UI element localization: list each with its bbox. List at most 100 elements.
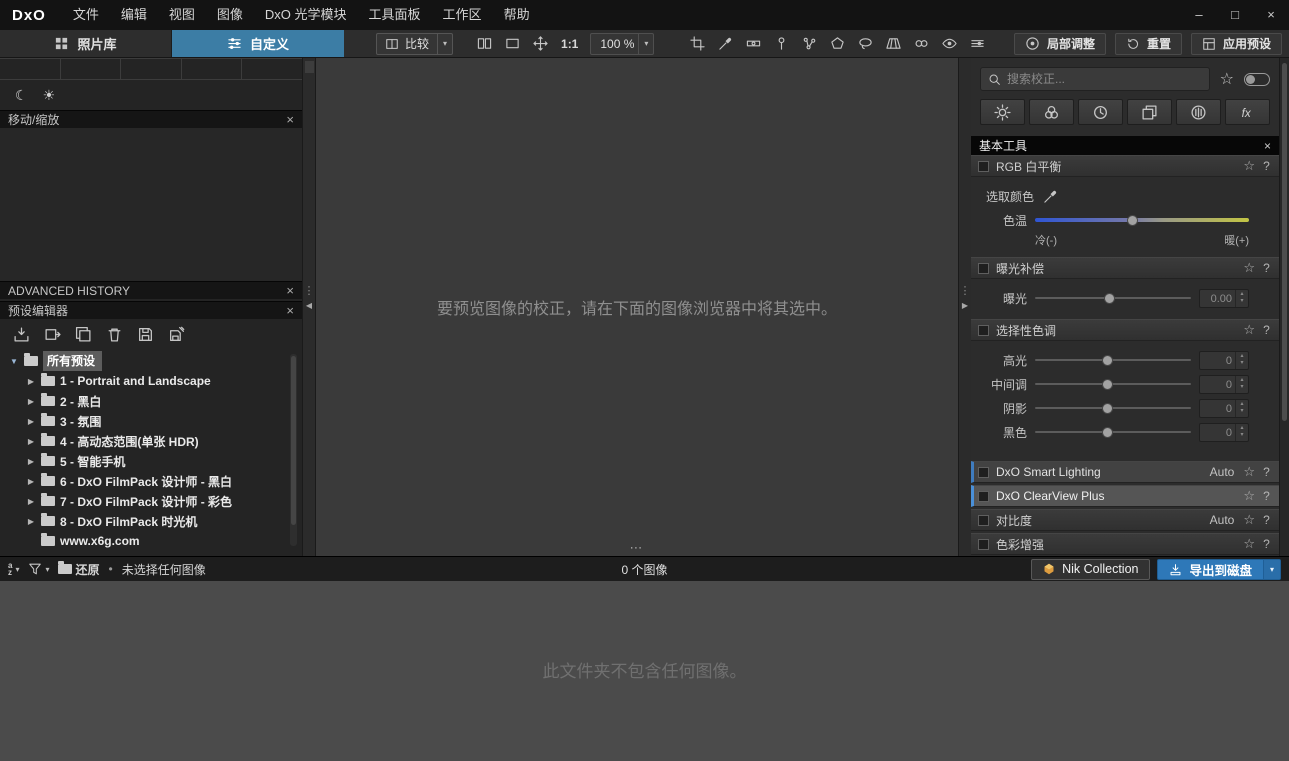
- compare-dropdown[interactable]: ▾: [437, 33, 452, 54]
- spin-down-icon[interactable]: ▾: [1240, 408, 1243, 415]
- close-palette-icon[interactable]: ×: [1264, 139, 1271, 153]
- expand-arrow-icon[interactable]: ▶: [26, 477, 36, 486]
- local-adjustments-button[interactable]: 局部调整: [1013, 32, 1106, 55]
- preset-tree-item[interactable]: ▶ 1 - Portrait and Landscape: [0, 371, 302, 391]
- palette-header-basic-tools[interactable]: 基本工具 ×: [971, 136, 1279, 155]
- enable-checkbox[interactable]: [978, 538, 989, 550]
- menu-view[interactable]: 视图: [158, 0, 206, 30]
- preset-tree-item[interactable]: ▶ 3 - 氛围: [0, 411, 302, 431]
- lasso-selection-button[interactable]: [852, 33, 878, 55]
- smart-lighting-mode[interactable]: Auto: [1210, 465, 1235, 479]
- exposure-value-spinner[interactable]: 0.00 ▴ ▾: [1199, 288, 1249, 308]
- spinner-arrows[interactable]: ▴ ▾: [1235, 375, 1248, 393]
- enable-checkbox[interactable]: [978, 514, 989, 526]
- search-input[interactable]: [1007, 72, 1202, 86]
- collapse-left-panel-icon[interactable]: ◀: [303, 301, 315, 310]
- blacks-value-spinner[interactable]: 0 ▴ ▾: [1199, 422, 1249, 442]
- preset-tree-item[interactable]: ▶ 2 - 黑白: [0, 391, 302, 411]
- help-icon[interactable]: ?: [1262, 159, 1271, 173]
- menu-workspace[interactable]: 工作区: [432, 0, 493, 30]
- export-options-dropdown[interactable]: ▾: [1263, 559, 1280, 579]
- crop-tool-button[interactable]: [684, 33, 710, 55]
- filter-button[interactable]: ▾: [28, 562, 49, 576]
- scrollbar-thumb[interactable]: [291, 356, 296, 525]
- image-browser[interactable]: 此文件夹不包含任何图像。: [0, 581, 1289, 761]
- highlights-slider[interactable]: [1035, 354, 1191, 367]
- expand-arrow-icon[interactable]: ▶: [26, 437, 36, 446]
- midtones-value-spinner[interactable]: 0 ▴ ▾: [1199, 374, 1249, 394]
- horizon-tool-button[interactable]: [740, 33, 766, 55]
- favorites-filter-icon[interactable]: ☆: [1220, 69, 1234, 89]
- slider-knob[interactable]: [1103, 292, 1115, 304]
- split-view-button[interactable]: [471, 33, 497, 55]
- collapse-right-panel-icon[interactable]: ▶: [959, 301, 971, 310]
- help-icon[interactable]: ?: [1262, 537, 1271, 551]
- perspective-tool-button[interactable]: [880, 33, 906, 55]
- close-button[interactable]: ×: [1253, 0, 1289, 30]
- preset-tree-item[interactable]: www.x6g.com: [0, 531, 302, 551]
- save-preset-button[interactable]: [137, 326, 154, 343]
- left-panel-splitter[interactable]: ⋮ ◀: [303, 58, 316, 556]
- compare-button[interactable]: 比较 ▾: [376, 32, 454, 55]
- polygon-selection-button[interactable]: [824, 33, 850, 55]
- search-box[interactable]: [980, 67, 1210, 91]
- enable-checkbox[interactable]: [978, 466, 989, 478]
- active-corrections-toggle[interactable]: [1244, 72, 1270, 86]
- favorite-star-icon[interactable]: ☆: [1243, 260, 1255, 276]
- help-icon[interactable]: ?: [1262, 489, 1271, 503]
- section-clearview-plus[interactable]: DxO ClearView Plus ☆ ?: [971, 485, 1279, 507]
- slider-knob[interactable]: [1102, 402, 1114, 414]
- right-panel-splitter[interactable]: ⋮ ▶: [958, 58, 971, 556]
- show-mask-button[interactable]: [936, 33, 962, 55]
- spin-down-icon[interactable]: ▾: [1240, 360, 1243, 367]
- eyedropper-icon[interactable]: [1043, 189, 1058, 204]
- fullscreen-button[interactable]: [499, 33, 525, 55]
- control-point-button[interactable]: [768, 33, 794, 55]
- help-icon[interactable]: ?: [1262, 465, 1271, 479]
- splitter-grip[interactable]: [305, 61, 314, 73]
- menu-file[interactable]: 文件: [62, 0, 110, 30]
- current-folder-item[interactable]: 还原: [58, 561, 100, 578]
- tab-customize[interactable]: 自定义: [172, 30, 344, 57]
- slider-knob[interactable]: [1127, 214, 1139, 226]
- maximize-button[interactable]: □: [1217, 0, 1253, 30]
- spin-up-icon[interactable]: ▴: [1240, 401, 1243, 408]
- preset-tree-item[interactable]: ▶ 7 - DxO FilmPack 设计师 - 彩色: [0, 491, 302, 511]
- expand-arrow-icon[interactable]: ▶: [26, 497, 36, 506]
- tone-curve-button[interactable]: [964, 33, 990, 55]
- spinner-arrows[interactable]: ▴ ▾: [1235, 289, 1248, 307]
- delete-preset-button[interactable]: [106, 326, 123, 343]
- midtones-slider[interactable]: [1035, 378, 1191, 391]
- menu-help[interactable]: 帮助: [493, 0, 541, 30]
- section-smart-lighting[interactable]: DxO Smart Lighting Auto ☆ ?: [971, 461, 1279, 483]
- zoom-1to1-button[interactable]: 1:1: [555, 37, 584, 51]
- preset-tree-item[interactable]: ▶ 8 - DxO FilmPack 时光机: [0, 511, 302, 531]
- section-color-enhance[interactable]: 色彩增强 ☆ ?: [971, 533, 1279, 555]
- contrast-mode[interactable]: Auto: [1210, 513, 1235, 527]
- shadows-slider[interactable]: [1035, 402, 1191, 415]
- spin-down-icon[interactable]: ▾: [1240, 432, 1243, 439]
- help-icon[interactable]: ?: [1262, 261, 1271, 275]
- spinner-arrows[interactable]: ▴ ▾: [1235, 399, 1248, 417]
- favorite-star-icon[interactable]: ☆: [1243, 536, 1255, 552]
- section-selective-tone[interactable]: 选择性色调 ☆ ?: [971, 319, 1279, 341]
- highlights-value-spinner[interactable]: 0 ▴ ▾: [1199, 350, 1249, 370]
- preset-tree-item[interactable]: ▶ 5 - 智能手机: [0, 451, 302, 471]
- expand-arrow-icon[interactable]: ▶: [26, 517, 36, 526]
- menu-tool-panels[interactable]: 工具面板: [358, 0, 432, 30]
- minimize-button[interactable]: –: [1181, 0, 1217, 30]
- menu-edit[interactable]: 编辑: [110, 0, 158, 30]
- section-contrast[interactable]: 对比度 Auto ☆ ?: [971, 509, 1279, 531]
- highlight-clipping-icon[interactable]: ☀: [43, 87, 56, 104]
- sort-button[interactable]: az ▾: [8, 562, 19, 577]
- spinner-arrows[interactable]: ▴ ▾: [1235, 423, 1248, 441]
- spin-up-icon[interactable]: ▴: [1240, 377, 1243, 384]
- category-geometry-button[interactable]: [1127, 99, 1172, 125]
- nik-collection-button[interactable]: Nik Collection: [1031, 558, 1151, 580]
- spinner-arrows[interactable]: ▴ ▾: [1235, 351, 1248, 369]
- menu-image[interactable]: 图像: [206, 0, 254, 30]
- expand-arrow-icon[interactable]: ▶: [26, 417, 36, 426]
- temperature-slider[interactable]: [1035, 214, 1249, 227]
- category-detail-button[interactable]: [1078, 99, 1123, 125]
- whitebalance-picker-button[interactable]: [712, 33, 738, 55]
